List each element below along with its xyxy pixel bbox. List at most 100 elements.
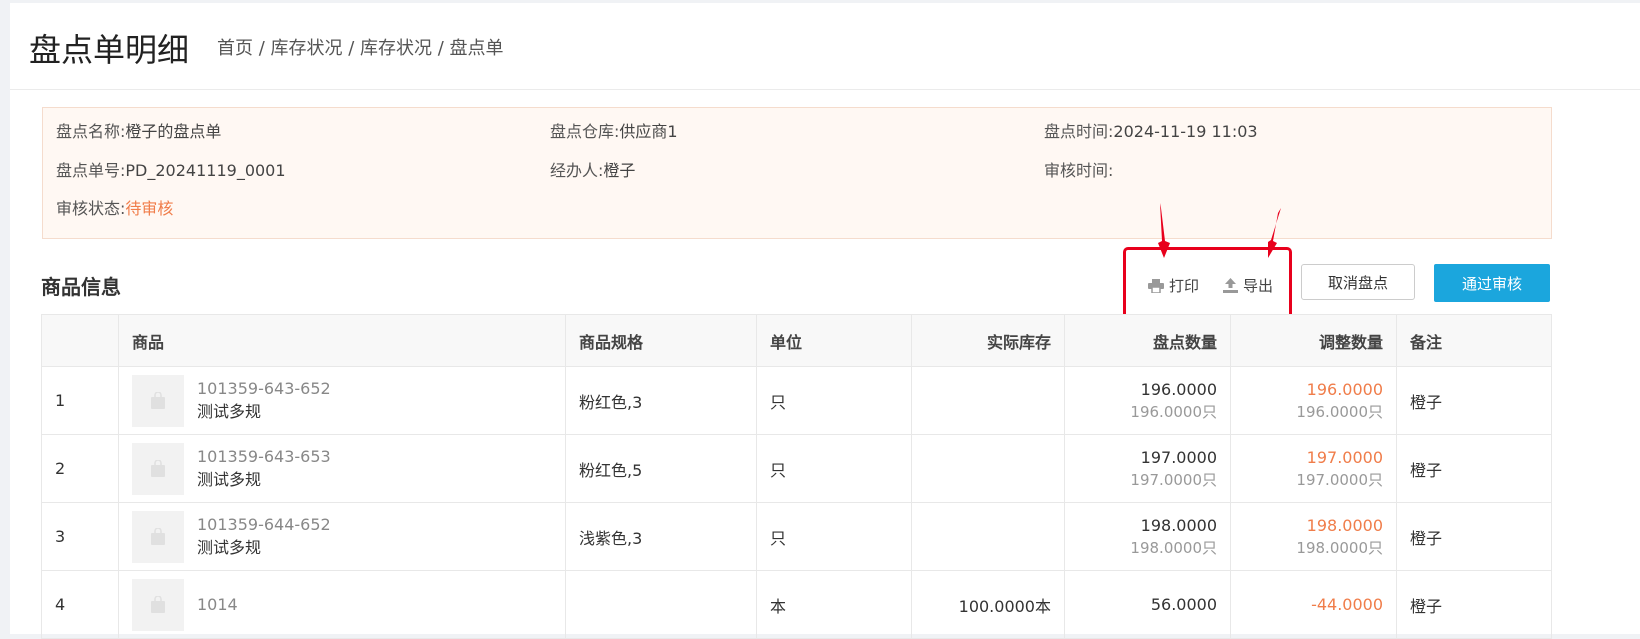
- count-qty: 198.0000 198.0000只: [1064, 502, 1231, 571]
- product-name: 测试多规: [197, 469, 262, 489]
- product-thumbnail[interactable]: [132, 578, 184, 631]
- column-header-actual-stock: 实际库存: [911, 314, 1065, 367]
- product-cell: 101359-644-652 测试多规: [118, 502, 566, 571]
- row-index: 3: [41, 502, 119, 571]
- count-qty-value: 197.0000: [1140, 447, 1217, 467]
- shopping-bag-icon: [151, 459, 165, 477]
- count-qty-value: 196.0000: [1140, 379, 1217, 399]
- info-handler-value: 橙子: [603, 161, 636, 180]
- shopping-bag-icon: [151, 391, 165, 409]
- product-unit: 只: [756, 366, 912, 435]
- info-status-label: 审核状态:: [56, 199, 126, 218]
- product-spec: 浅紫色,3: [565, 502, 757, 571]
- remark: 橙子: [1396, 434, 1552, 503]
- annotation-highlight-box: [1123, 247, 1292, 323]
- adjust-qty-value: 197.0000: [1306, 447, 1383, 467]
- adjust-qty-sub: 198.0000只: [1296, 538, 1383, 557]
- product-spec: 粉红色,3: [565, 366, 757, 435]
- count-qty-sub: 198.0000只: [1130, 538, 1217, 557]
- info-handler: 经办人:橙子: [550, 160, 635, 182]
- count-qty-sub: 196.0000只: [1130, 402, 1217, 421]
- cancel-count-button[interactable]: 取消盘点: [1301, 264, 1415, 300]
- info-panel: 盘点名称:橙子的盘点单 盘点仓库:供应商1 盘点时间:2024-11-19 11…: [42, 107, 1552, 239]
- info-handler-label: 经办人:: [550, 161, 604, 180]
- product-spec: 粉红色,5: [565, 434, 757, 503]
- info-warehouse-value: 供应商1: [619, 122, 678, 141]
- table-row: 4 1014 本 100.0000本 56.0000 -44.0000 橙子: [41, 570, 1552, 639]
- product-spec: [565, 570, 757, 639]
- adjust-qty-value: 196.0000: [1306, 379, 1383, 399]
- product-unit: 本: [756, 570, 912, 639]
- product-cell: 1014: [118, 570, 566, 639]
- adjust-qty: 197.0000 197.0000只: [1230, 434, 1397, 503]
- table-row: 1 101359-643-652 测试多规 粉红色,3 只 196.0000 1…: [41, 366, 1552, 435]
- table-row: 2 101359-643-653 测试多规 粉红色,5 只 197.0000 1…: [41, 434, 1552, 503]
- product-thumbnail[interactable]: [132, 510, 184, 563]
- adjust-qty-value: -44.0000: [1311, 594, 1383, 614]
- info-warehouse: 盘点仓库:供应商1: [550, 121, 678, 143]
- adjust-qty: 198.0000 198.0000只: [1230, 502, 1397, 571]
- info-time: 盘点时间:2024-11-19 11:03: [1044, 121, 1258, 143]
- product-unit: 只: [756, 502, 912, 571]
- column-header-product: 商品: [118, 314, 566, 367]
- column-header-adjust-qty: 调整数量: [1230, 314, 1397, 367]
- info-number: 盘点单号:PD_20241119_0001: [56, 160, 286, 182]
- column-header-index: [41, 314, 119, 367]
- adjust-qty: -44.0000: [1230, 570, 1397, 639]
- approve-button[interactable]: 通过审核: [1434, 264, 1550, 302]
- page-header: 盘点单明细 首页 / 库存状况 / 库存状况 / 盘点单: [10, 3, 1640, 90]
- product-thumbnail[interactable]: [132, 374, 184, 427]
- product-thumbnail[interactable]: [132, 442, 184, 495]
- product-code: 101359-644-652: [197, 514, 331, 534]
- adjust-qty: 196.0000 196.0000只: [1230, 366, 1397, 435]
- product-table: 商品 商品规格 单位 实际库存 盘点数量 调整数量 备注 1 101359-64…: [41, 314, 1552, 639]
- actual-stock: [911, 434, 1065, 503]
- product-code: 101359-643-653: [197, 446, 331, 466]
- column-header-count-qty: 盘点数量: [1064, 314, 1231, 367]
- product-cell: 101359-643-652 测试多规: [118, 366, 566, 435]
- count-qty-value: 198.0000: [1140, 515, 1217, 535]
- actual-stock: [911, 502, 1065, 571]
- info-number-value: PD_20241119_0001: [125, 161, 286, 180]
- product-name: 测试多规: [197, 537, 262, 557]
- adjust-qty-sub: 196.0000只: [1296, 402, 1383, 421]
- page-title: 盘点单明细: [29, 31, 190, 69]
- product-unit: 只: [756, 434, 912, 503]
- info-name-value: 橙子的盘点单: [125, 122, 222, 141]
- product-name: 测试多规: [197, 401, 262, 421]
- column-header-remark: 备注: [1396, 314, 1552, 367]
- count-qty-value: 56.0000: [1150, 594, 1217, 614]
- product-code: 1014: [197, 594, 238, 614]
- product-cell: 101359-643-653 测试多规: [118, 434, 566, 503]
- row-index: 2: [41, 434, 119, 503]
- column-header-unit: 单位: [756, 314, 912, 367]
- shopping-bag-icon: [151, 527, 165, 545]
- row-index: 1: [41, 366, 119, 435]
- count-qty-sub: 197.0000只: [1130, 470, 1217, 489]
- count-qty: 56.0000: [1064, 570, 1231, 639]
- info-status: 审核状态:待审核: [56, 198, 173, 220]
- table-header-row: 商品 商品规格 单位 实际库存 盘点数量 调整数量 备注: [41, 314, 1552, 367]
- remark: 橙子: [1396, 502, 1552, 571]
- section-title: 商品信息: [41, 275, 121, 299]
- adjust-qty-value: 198.0000: [1306, 515, 1383, 535]
- actual-stock: [911, 366, 1065, 435]
- info-name: 盘点名称:橙子的盘点单: [56, 121, 221, 143]
- info-audit-time-label: 审核时间:: [1044, 161, 1114, 180]
- product-code: 101359-643-652: [197, 378, 331, 398]
- count-qty: 196.0000 196.0000只: [1064, 366, 1231, 435]
- remark: 橙子: [1396, 570, 1552, 639]
- row-index: 4: [41, 570, 119, 639]
- page: 盘点单明细 首页 / 库存状况 / 库存状况 / 盘点单 盘点名称:橙子的盘点单…: [10, 3, 1640, 639]
- status-badge: 待审核: [125, 199, 174, 218]
- breadcrumb[interactable]: 首页 / 库存状况 / 库存状况 / 盘点单: [217, 37, 504, 61]
- shopping-bag-icon: [151, 595, 165, 613]
- adjust-qty-sub: 197.0000只: [1296, 470, 1383, 489]
- info-audit-time: 审核时间:: [1044, 160, 1113, 182]
- info-name-label: 盘点名称:: [56, 122, 126, 141]
- table-row: 3 101359-644-652 测试多规 浅紫色,3 只 198.0000 1…: [41, 502, 1552, 571]
- column-header-spec: 商品规格: [565, 314, 757, 367]
- info-number-label: 盘点单号:: [56, 161, 126, 180]
- info-time-label: 盘点时间:: [1044, 122, 1114, 141]
- actual-stock: 100.0000本: [911, 570, 1065, 639]
